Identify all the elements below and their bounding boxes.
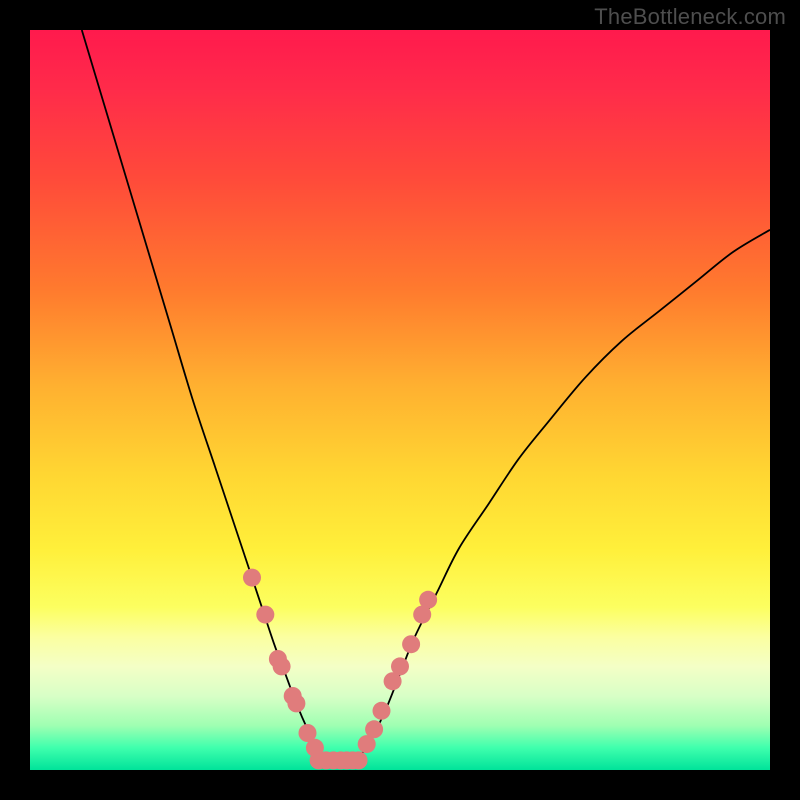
data-marker bbox=[419, 591, 437, 609]
data-marker bbox=[273, 657, 291, 675]
data-marker bbox=[243, 569, 261, 587]
watermark-text: TheBottleneck.com bbox=[594, 4, 786, 30]
plot-area bbox=[30, 30, 770, 770]
data-marker bbox=[402, 635, 420, 653]
data-marker bbox=[365, 720, 383, 738]
plot-svg bbox=[30, 30, 770, 770]
bottleneck-curve-right bbox=[356, 230, 770, 763]
data-marker bbox=[373, 702, 391, 720]
data-markers bbox=[243, 569, 437, 770]
data-marker bbox=[350, 751, 368, 769]
data-marker bbox=[287, 694, 305, 712]
data-marker bbox=[391, 657, 409, 675]
data-marker bbox=[256, 606, 274, 624]
bottleneck-curve-left bbox=[82, 30, 326, 763]
